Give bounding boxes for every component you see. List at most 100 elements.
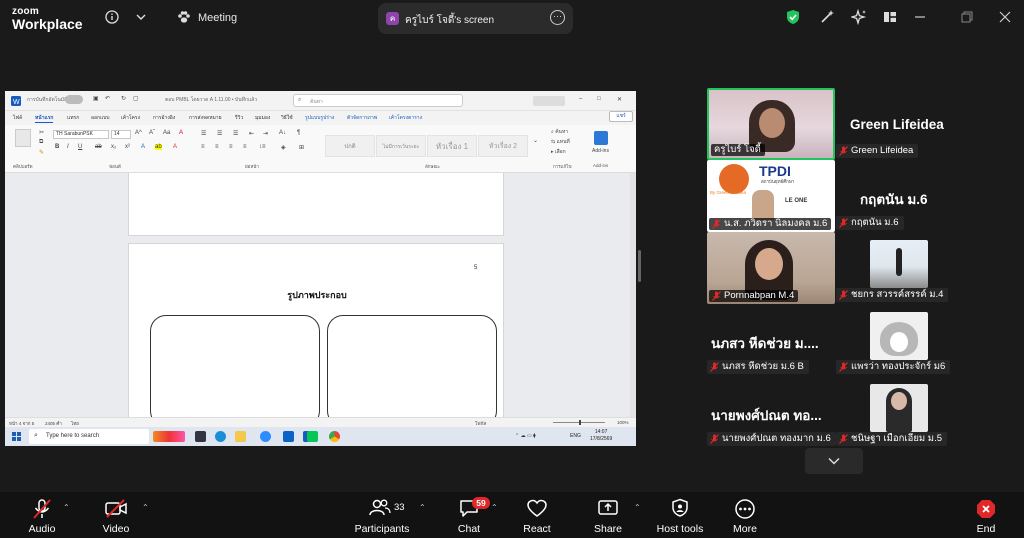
close-icon[interactable] [996,8,1014,26]
style-heading2[interactable]: หัวเรื่อง 2 [478,135,528,157]
participant-profile-photo[interactable] [870,384,928,432]
signin-button[interactable] [533,96,565,106]
grow-font-icon[interactable]: A^ [135,130,142,136]
zoom-taskbar-icon[interactable] [260,431,271,442]
word-share-button[interactable]: แชร์ [609,111,633,122]
style-normal[interactable]: ปกติ [325,135,375,157]
file-explorer-icon[interactable] [235,431,246,442]
tab-file[interactable]: ไฟล์ [13,114,22,122]
participant-name-tag[interactable]: นภสร หีดช่วย ม.6 B [707,360,809,374]
tab-insert[interactable]: แทรก [67,114,79,122]
chevron-down-icon[interactable] [132,8,150,26]
meeting-label[interactable]: Meeting [198,12,237,24]
sparkle-icon[interactable] [850,8,868,26]
video-button[interactable]: Video [94,492,138,538]
taskbar-language[interactable]: ENG [570,433,581,439]
tab-shape-format[interactable]: รูปแบบรูปร่าง [305,114,334,122]
font-size-dropdown[interactable]: 14 [111,130,131,139]
font-name-dropdown[interactable]: TH SarabunPSK [53,130,109,139]
redo-icon[interactable]: ↻ [121,95,126,102]
decrease-indent-icon[interactable]: ⇤ [249,130,254,137]
video-options-chevron-icon[interactable]: ⌃ [142,503,149,512]
info-icon[interactable] [103,8,121,26]
tab-home[interactable]: หน้าแรก [35,114,54,123]
participant-profile-photo[interactable] [870,312,928,360]
layout-icon[interactable] [881,8,899,26]
screen-share-tab[interactable]: ค ครูไบร์ โจดี้'s screen ··· [378,3,573,34]
bold-icon[interactable]: B [55,144,59,150]
word-search-box[interactable]: ⌕ ค้นหา [293,94,463,107]
subscript-icon[interactable]: x₂ [111,144,116,150]
task-view-icon[interactable] [195,431,206,442]
multilevel-icon[interactable]: ☰ [233,130,238,137]
sort-icon[interactable]: A↓ [279,130,286,136]
outlook-icon[interactable] [283,431,294,442]
bullets-icon[interactable]: ☰ [201,130,206,137]
align-left-icon[interactable]: ≡ [201,144,205,150]
end-meeting-button[interactable]: End [968,492,1004,538]
highlight-icon[interactable]: ab [155,144,162,150]
minimize-icon[interactable] [911,8,929,26]
taskbar-clock[interactable]: 14:07 17/8/2569 [590,429,612,443]
numbering-icon[interactable]: ☰ [217,130,222,137]
find-icon[interactable]: ⌕ ค้นหา [551,128,568,136]
borders-icon[interactable]: ⊞ [299,144,304,151]
participant-name-tag[interactable]: แพรว่า ทองประจักร์ ม6 [836,360,951,374]
text-effects-icon[interactable]: A [141,144,145,150]
tab-references[interactable]: การอ้างอิง [153,114,175,122]
cut-icon[interactable]: ✂ [39,129,44,136]
tab-review[interactable]: รีวิว [235,114,243,122]
increase-indent-icon[interactable]: ⇥ [263,130,268,137]
document-icon[interactable]: ▢ [133,95,139,102]
split-divider-handle[interactable] [638,250,641,282]
taskbar-widget-icon[interactable] [153,431,185,442]
align-center-icon[interactable]: ≡ [215,144,219,150]
tab-help[interactable]: วิธีใช้ [281,114,293,122]
gallery-next-page-button[interactable] [805,448,863,474]
participant-avatar-name[interactable]: นายพงศ์ปณต ทอ... [711,404,822,426]
edge-icon[interactable] [215,431,226,442]
change-case-icon[interactable]: Aa [163,130,170,136]
tab-picture-format[interactable]: ตัวจัดการภาพ [347,114,377,122]
addins-label[interactable]: Add-ins [592,148,609,154]
tab-mailings[interactable]: การส่งจดหมาย [189,114,222,122]
participant-avatar-name[interactable]: Green Lifeidea [850,117,944,132]
shield-check-icon[interactable] [784,8,802,26]
more-button[interactable]: More [726,492,764,538]
focus-mode-button[interactable]: โฟกัส [475,420,486,427]
replace-icon[interactable]: ⇆ แทนที่ [551,138,570,146]
more-options-icon[interactable]: ··· [550,10,565,25]
shared-screen[interactable]: W การบันทึกอัตโนมัติ ▣ ↶ ↻ ▢ ตอบ PMBL โด… [5,91,636,446]
tab-layout[interactable]: เค้าโครง [121,114,140,122]
line-spacing-icon[interactable]: ↕≡ [259,144,266,150]
strikethrough-icon[interactable]: ab [95,144,102,150]
participants-options-chevron-icon[interactable]: ⌃ [419,503,426,512]
save-icon[interactable]: ▣ [93,95,99,102]
copy-icon[interactable]: ⧉ [39,139,43,146]
participant-name-tag[interactable]: นายพงศ์ปณต ทองมาก ม.6 [707,432,836,446]
audio-button[interactable]: Audio [20,492,64,538]
image-frame-right[interactable] [327,315,497,417]
zoom-slider-thumb[interactable] [579,420,581,425]
align-right-icon[interactable]: ≡ [229,144,233,150]
chat-button[interactable]: 59 Chat [452,492,490,538]
tab-view[interactable]: มุมมอง [255,114,270,122]
style-no-spacing[interactable]: ไม่มีการเว้นระยะ [376,135,426,157]
superscript-icon[interactable]: x² [125,144,130,150]
pilcrow-icon[interactable]: ¶ [297,130,300,136]
justify-icon[interactable]: ≡ [243,144,247,150]
participant-video-host[interactable]: ครูไบร์ โจดี้ [707,88,835,160]
line-icon[interactable] [307,431,318,442]
participant-video-student[interactable]: Pornnabpan M.4 [707,232,835,304]
format-painter-icon[interactable]: ✎ [39,149,44,156]
chat-options-chevron-icon[interactable]: ⌃ [491,503,498,512]
select-icon[interactable]: ▸ เลือก [551,148,566,156]
tab-table-layout[interactable]: เค้าโครงตาราง [389,114,422,122]
clear-format-icon[interactable]: A [179,130,183,136]
participant-profile-photo[interactable] [870,240,928,288]
audio-options-chevron-icon[interactable]: ⌃ [63,503,70,512]
participant-avatar-name[interactable]: นภสว หีดช่วย ม.... [711,332,819,354]
react-button[interactable]: React [518,492,556,538]
shrink-font-icon[interactable]: Aˇ [149,130,155,136]
windows-start-icon[interactable] [12,432,21,441]
